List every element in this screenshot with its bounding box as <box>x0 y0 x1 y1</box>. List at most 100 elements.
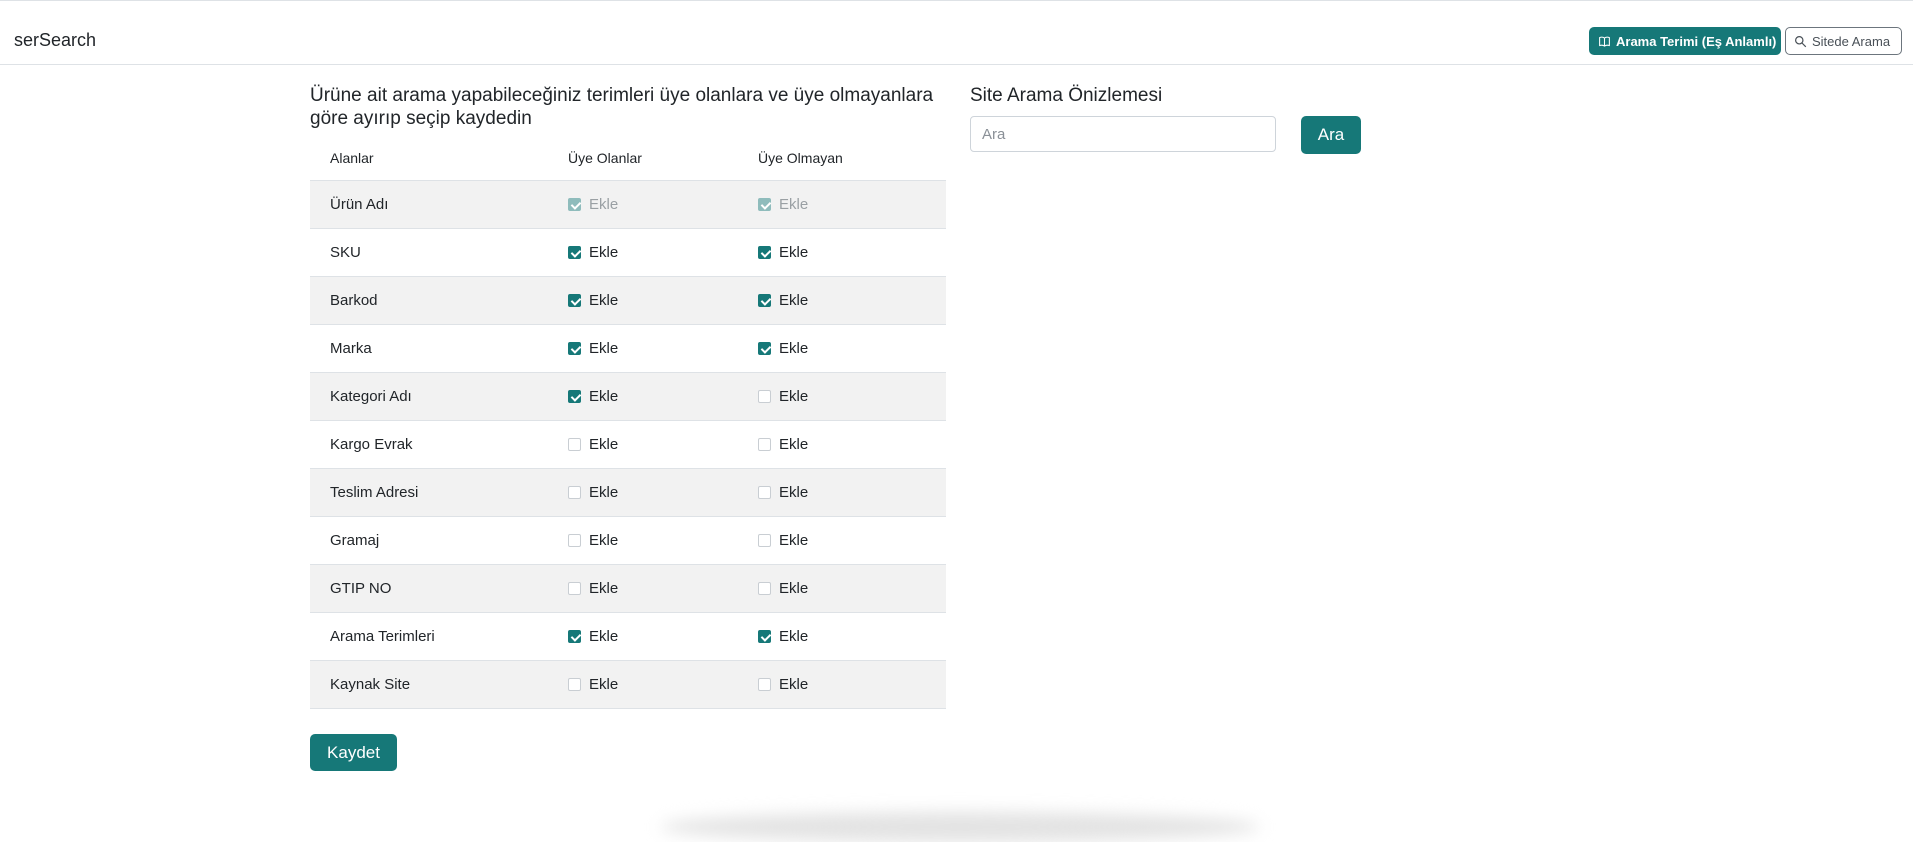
non-members-checkbox-option[interactable]: Ekle <box>758 436 946 453</box>
non-members-checkbox[interactable] <box>758 341 771 355</box>
table-row: Barkod Ekle Ekle <box>310 276 946 325</box>
search-fields-panel: Ürüne ait arama yapabileceğiniz terimler… <box>310 84 946 771</box>
members-checkbox[interactable] <box>568 581 581 595</box>
members-checkbox[interactable] <box>568 629 581 643</box>
members-checkbox[interactable] <box>568 485 581 499</box>
save-button[interactable]: Kaydet <box>310 734 397 771</box>
non-members-checkbox-cell: Ekle <box>739 180 946 229</box>
site-search-button[interactable]: Sitede Arama <box>1785 27 1902 55</box>
non-members-checkbox[interactable] <box>758 533 771 547</box>
non-members-checkbox[interactable] <box>758 677 771 691</box>
checkbox-label: Ekle <box>589 339 619 357</box>
table-row: Arama Terimleri Ekle Ekle <box>310 612 946 661</box>
table-row: Kategori Adı Ekle Ekle <box>310 372 946 421</box>
members-checkbox-cell: Ekle <box>549 612 739 661</box>
checkbox-label: Ekle <box>589 435 619 453</box>
members-checkbox[interactable] <box>568 677 581 691</box>
non-members-checkbox-option: Ekle <box>758 196 946 213</box>
column-header-members: Üye Olanlar <box>549 136 739 181</box>
members-checkbox[interactable] <box>568 341 581 355</box>
members-checkbox-option[interactable]: Ekle <box>568 244 739 261</box>
search-fields-body: Ürün Adı Ekle Ekle SKU Ekle Ekle Barkod Ekle Ekl… <box>310 180 946 709</box>
non-members-checkbox-option[interactable]: Ekle <box>758 388 946 405</box>
members-checkbox[interactable] <box>568 245 581 259</box>
non-members-checkbox-option[interactable]: Ekle <box>758 580 946 597</box>
non-members-checkbox-option[interactable]: Ekle <box>758 484 946 501</box>
table-header-row: Alanlar Üye Olanlar Üye Olmayan <box>310 136 946 181</box>
checkbox-label: Ekle <box>589 195 619 213</box>
field-name: Marka <box>310 324 549 373</box>
checkbox-label: Ekle <box>779 579 809 597</box>
members-checkbox-option[interactable]: Ekle <box>568 388 739 405</box>
checkbox-label: Ekle <box>779 627 809 645</box>
non-members-checkbox-cell: Ekle <box>739 276 946 325</box>
table-row: Kaynak Site Ekle Ekle <box>310 660 946 709</box>
members-checkbox-option: Ekle <box>568 196 739 213</box>
members-checkbox[interactable] <box>568 437 581 451</box>
members-checkbox-cell: Ekle <box>549 324 739 373</box>
non-members-checkbox-option[interactable]: Ekle <box>758 676 946 693</box>
members-checkbox-option[interactable]: Ekle <box>568 340 739 357</box>
preview-search-input[interactable] <box>970 116 1276 152</box>
top-navbar: serSearch Arama Terimi (Eş Anlamlı) Site… <box>0 0 1913 65</box>
non-members-checkbox-cell: Ekle <box>739 564 946 613</box>
synonym-search-term-button[interactable]: Arama Terimi (Eş Anlamlı) <box>1589 27 1781 55</box>
non-members-checkbox-cell: Ekle <box>739 324 946 373</box>
members-checkbox-cell: Ekle <box>549 564 739 613</box>
non-members-checkbox-option[interactable]: Ekle <box>758 532 946 549</box>
members-checkbox[interactable] <box>568 533 581 547</box>
checkbox-label: Ekle <box>779 291 809 309</box>
field-name: SKU <box>310 228 549 277</box>
page-title: Ürüne ait arama yapabileceğiniz terimler… <box>310 85 934 129</box>
non-members-checkbox-cell: Ekle <box>739 420 946 469</box>
members-checkbox-option[interactable]: Ekle <box>568 580 739 597</box>
members-checkbox-option[interactable]: Ekle <box>568 292 739 309</box>
non-members-checkbox[interactable] <box>758 293 771 307</box>
members-checkbox-option[interactable]: Ekle <box>568 532 739 549</box>
table-row: SKU Ekle Ekle <box>310 228 946 277</box>
non-members-checkbox[interactable] <box>758 485 771 499</box>
members-checkbox-option[interactable]: Ekle <box>568 628 739 645</box>
members-checkbox-option[interactable]: Ekle <box>568 676 739 693</box>
field-name: Arama Terimleri <box>310 612 549 661</box>
preview-title: Site Arama Önizlemesi <box>970 85 1163 106</box>
non-members-checkbox-option[interactable]: Ekle <box>758 244 946 261</box>
checkbox-label: Ekle <box>589 483 619 501</box>
members-checkbox-option[interactable]: Ekle <box>568 484 739 501</box>
site-search-preview-panel: Site Arama Önizlemesi Ara <box>970 84 1370 154</box>
checkbox-label: Ekle <box>589 531 619 549</box>
non-members-checkbox[interactable] <box>758 437 771 451</box>
preview-search-button[interactable]: Ara <box>1301 116 1361 154</box>
members-checkbox[interactable] <box>568 389 581 403</box>
table-row: Gramaj Ekle Ekle <box>310 516 946 565</box>
field-name: Barkod <box>310 276 549 325</box>
non-members-checkbox-option[interactable]: Ekle <box>758 340 946 357</box>
members-checkbox-cell: Ekle <box>549 276 739 325</box>
checkbox-label: Ekle <box>589 579 619 597</box>
checkbox-label: Ekle <box>779 435 809 453</box>
checkbox-label: Ekle <box>779 387 809 405</box>
non-members-checkbox[interactable] <box>758 581 771 595</box>
table-row: Ürün Adı Ekle Ekle <box>310 180 946 229</box>
members-checkbox[interactable] <box>568 293 581 307</box>
members-checkbox-option[interactable]: Ekle <box>568 436 739 453</box>
non-members-checkbox[interactable] <box>758 245 771 259</box>
brand-logo-text[interactable]: serSearch <box>14 30 96 51</box>
non-members-checkbox-cell: Ekle <box>739 516 946 565</box>
members-checkbox-cell: Ekle <box>549 468 739 517</box>
members-checkbox-cell: Ekle <box>549 180 739 229</box>
non-members-checkbox[interactable] <box>758 629 771 643</box>
non-members-checkbox-option[interactable]: Ekle <box>758 292 946 309</box>
checkbox-label: Ekle <box>589 291 619 309</box>
members-checkbox-cell: Ekle <box>549 420 739 469</box>
non-members-checkbox-cell: Ekle <box>739 468 946 517</box>
table-row: Kargo Evrak Ekle Ekle <box>310 420 946 469</box>
search-fields-table: Alanlar Üye Olanlar Üye Olmayan Ürün Adı… <box>310 136 946 709</box>
non-members-checkbox-cell: Ekle <box>739 372 946 421</box>
table-row: GTIP NO Ekle Ekle <box>310 564 946 613</box>
non-members-checkbox <box>758 197 771 211</box>
field-name: Kargo Evrak <box>310 420 549 469</box>
non-members-checkbox-option[interactable]: Ekle <box>758 628 946 645</box>
non-members-checkbox[interactable] <box>758 389 771 403</box>
non-members-checkbox-cell: Ekle <box>739 660 946 709</box>
